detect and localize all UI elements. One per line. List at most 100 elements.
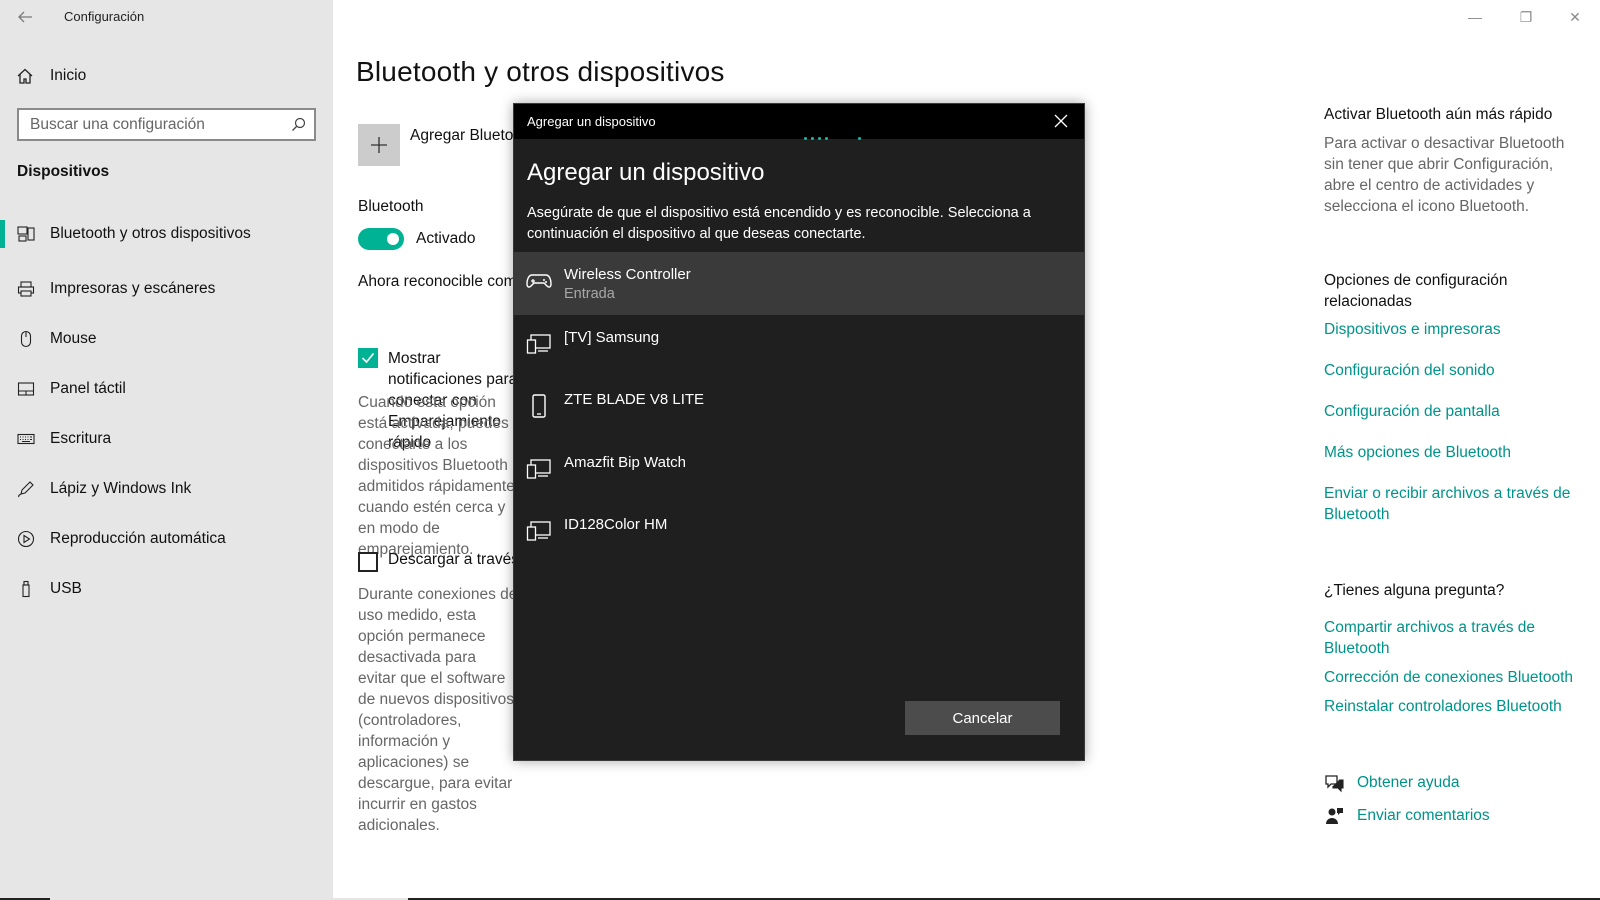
display-device-icon <box>526 332 552 356</box>
sidebar-item-typing[interactable]: Escritura <box>0 414 333 464</box>
link-reinstall-drivers[interactable]: Reinstalar controladores Bluetooth <box>1324 696 1584 717</box>
checkmark-icon <box>361 352 375 364</box>
dialog-heading: Agregar un dispositivo <box>527 159 765 186</box>
send-feedback-link[interactable]: Enviar comentarios <box>1357 805 1490 826</box>
questions-section: ¿Tienes alguna pregunta? Compartir archi… <box>1324 580 1584 717</box>
back-arrow-icon[interactable] <box>16 8 36 26</box>
device-name: Wireless Controller <box>564 266 691 283</box>
sidebar-item-label: USB <box>50 580 82 597</box>
sidebar-item-printers[interactable]: Impresoras y escáneres <box>0 264 333 314</box>
title-bar: Configuración <box>0 0 333 34</box>
home-nav-item[interactable]: Inicio <box>16 64 316 88</box>
device-type: Entrada <box>564 286 615 302</box>
phone-icon <box>526 394 552 418</box>
device-name: Amazfit Bip Watch <box>564 453 686 471</box>
sidebar-item-label: Bluetooth y otros dispositivos <box>50 225 251 242</box>
device-name: [TV] Samsung <box>564 328 660 346</box>
home-label: Inicio <box>50 67 87 84</box>
related-settings-title: Opciones de configuración relacionadas <box>1324 272 1508 310</box>
sidebar-item-label: Mouse <box>50 330 97 347</box>
sidebar-item-label: Reproducción automática <box>50 530 226 547</box>
dialog-titlebar: Agregar un dispositivo <box>514 104 1084 139</box>
usb-icon <box>17 580 35 598</box>
keyboard-icon <box>17 430 35 448</box>
help-chat-icon <box>1324 773 1344 793</box>
add-device-label[interactable]: Agregar Bluetooth u otro dispositivo <box>410 127 513 145</box>
device-item[interactable]: [TV] Samsung <box>514 315 1084 378</box>
bluetooth-label: Bluetooth <box>358 198 424 215</box>
progress-dot <box>804 137 807 140</box>
device-list: Wireless Controller Entrada [TV] Samsung… <box>514 252 1084 565</box>
minimize-button[interactable]: — <box>1466 8 1484 26</box>
progress-dot <box>825 137 828 140</box>
sidebar-item-touchpad[interactable]: Panel táctil <box>0 364 333 414</box>
sidebar-item-usb[interactable]: USB <box>0 564 333 614</box>
progress-dot <box>811 137 814 140</box>
sidebar-item-label: Escritura <box>50 430 112 447</box>
home-icon <box>16 67 34 85</box>
touchpad-icon <box>17 380 35 398</box>
fast-bluetooth-body: Para activar o desactivar Bluetooth sin … <box>1324 135 1565 215</box>
sidebar-nav: Bluetooth y otros dispositivos Impresora… <box>0 214 333 614</box>
dialog-description: Asegúrate de que el dispositivo está enc… <box>527 205 1031 242</box>
get-help-row[interactable]: Obtener ayuda <box>1324 772 1460 793</box>
toggle-state-label: Activado <box>416 230 476 247</box>
sidebar-item-bluetooth[interactable]: Bluetooth y otros dispositivos <box>0 214 333 254</box>
sidebar-item-pen[interactable]: Lápiz y Windows Ink <box>0 464 333 514</box>
main-settings-clip: Agregar Bluetooth u otro dispositivo Aho… <box>333 0 513 900</box>
sidebar-item-label: Lápiz y Windows Ink <box>50 480 192 497</box>
search-icon[interactable] <box>291 117 306 132</box>
link-send-receive-files[interactable]: Enviar o recibir archivos a través de Bl… <box>1324 483 1574 525</box>
dialog-close-button[interactable] <box>1052 112 1070 130</box>
device-item[interactable]: ID128Color HM <box>514 502 1084 565</box>
autoplay-icon <box>17 530 35 548</box>
bluetooth-devices-icon <box>17 225 35 243</box>
search-input[interactable] <box>19 110 279 139</box>
show-notifications-checkbox[interactable] <box>358 348 378 368</box>
dialog-titlebar-text: Agregar un dispositivo <box>527 114 656 129</box>
pen-icon <box>17 480 35 498</box>
fast-bluetooth-section: Activar Bluetooth aún más rápido Para ac… <box>1324 104 1584 217</box>
cancel-button[interactable]: Cancelar <box>905 701 1060 735</box>
sidebar-item-label: Panel táctil <box>50 380 126 397</box>
get-help-link[interactable]: Obtener ayuda <box>1357 772 1460 793</box>
mouse-icon <box>17 330 35 348</box>
link-fix-connections[interactable]: Corrección de conexiones Bluetooth <box>1324 667 1584 688</box>
metered-download-desc: Durante conexiones de uso medido, esta o… <box>358 586 513 834</box>
gamepad-icon <box>526 269 552 293</box>
device-name: ID128Color HM <box>564 516 668 533</box>
link-display-settings[interactable]: Configuración de pantalla <box>1324 401 1584 422</box>
related-settings-section: Opciones de configuración relacionadas D… <box>1324 270 1584 525</box>
app-title: Configuración <box>64 9 145 24</box>
fast-bluetooth-title: Activar Bluetooth aún más rápido <box>1324 106 1553 123</box>
send-feedback-row[interactable]: Enviar comentarios <box>1324 805 1490 826</box>
sidebar-item-label: Impresoras y escáneres <box>50 280 216 297</box>
metered-download-checkbox[interactable] <box>358 552 378 572</box>
bluetooth-toggle[interactable] <box>358 228 404 250</box>
device-name: ZTE BLADE V8 LITE <box>564 391 705 408</box>
close-window-button[interactable]: ✕ <box>1566 8 1584 26</box>
link-more-bluetooth[interactable]: Más opciones de Bluetooth <box>1324 442 1584 463</box>
progress-dot <box>858 137 861 140</box>
restore-button[interactable]: ❐ <box>1517 8 1535 26</box>
progress-dots <box>804 137 884 143</box>
printer-icon <box>17 280 35 298</box>
device-item[interactable]: Wireless Controller Entrada <box>514 252 1084 315</box>
search-box <box>17 108 316 141</box>
questions-title: ¿Tienes alguna pregunta? <box>1324 582 1505 599</box>
discoverable-text: Ahora reconocible como <box>358 273 513 290</box>
link-share-files[interactable]: Compartir archivos a través de Bluetooth <box>1324 617 1554 659</box>
display-device-icon <box>526 457 552 481</box>
link-devices-printers[interactable]: Dispositivos e impresoras <box>1324 319 1584 340</box>
device-item[interactable]: Amazfit Bip Watch <box>514 440 1084 503</box>
progress-dot <box>818 137 821 140</box>
sidebar-item-autoplay[interactable]: Reproducción automática <box>0 514 333 564</box>
sidebar: Configuración Inicio Dispositivos Blueto… <box>0 0 333 900</box>
device-item[interactable]: ZTE BLADE V8 LITE <box>514 377 1084 440</box>
feedback-icon <box>1324 806 1344 826</box>
sidebar-item-mouse[interactable]: Mouse <box>0 314 333 364</box>
close-icon <box>1054 114 1068 128</box>
display-device-icon <box>526 519 552 543</box>
link-sound-settings[interactable]: Configuración del sonido <box>1324 360 1584 381</box>
show-notifications-desc: Cuando esta opción está activada, puedes… <box>358 394 513 558</box>
